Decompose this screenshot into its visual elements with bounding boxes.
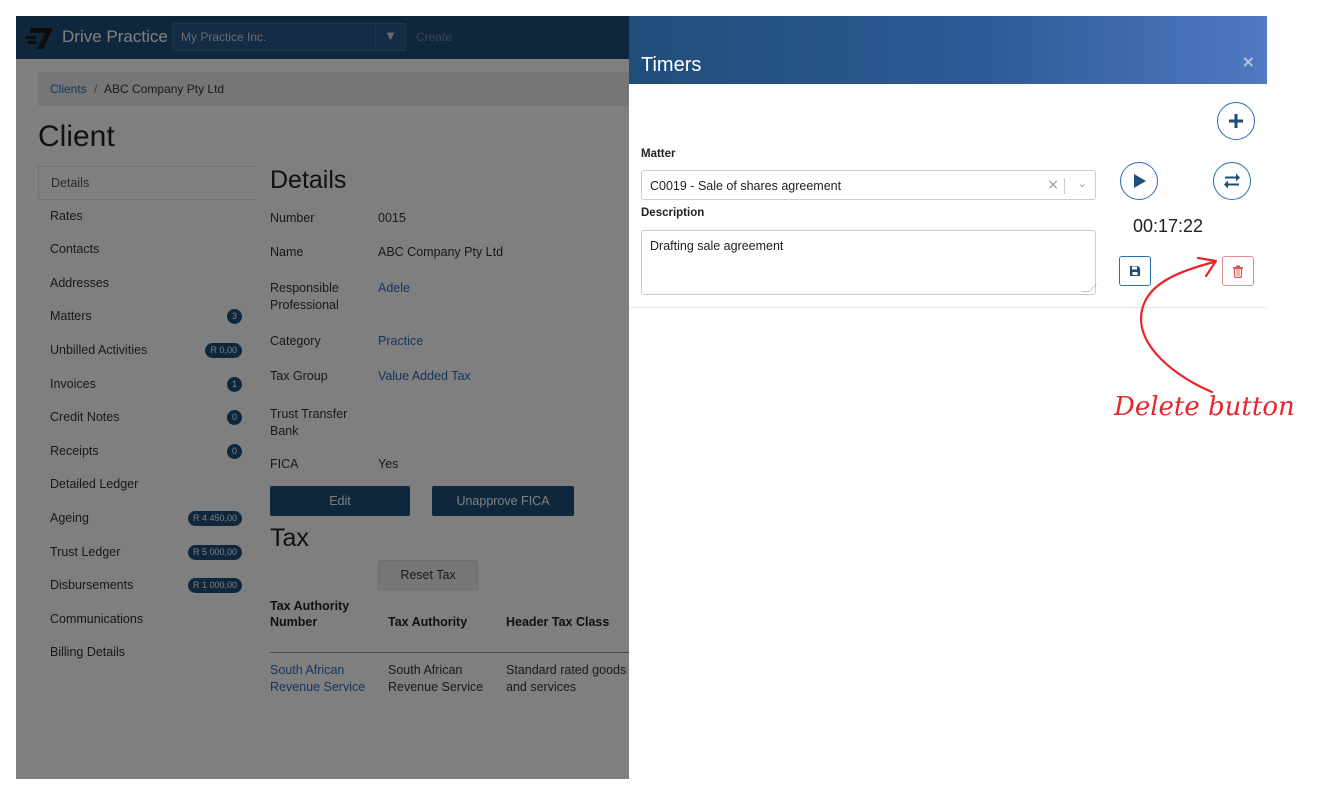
clear-icon[interactable]: × xyxy=(1047,177,1059,193)
swap-icon xyxy=(1224,173,1240,189)
start-timer-button[interactable] xyxy=(1120,162,1158,200)
description-label: Description xyxy=(641,207,705,219)
plus-icon xyxy=(1229,114,1243,128)
trash-icon xyxy=(1233,265,1243,278)
matter-select-value: C0019 - Sale of shares agreement xyxy=(650,179,842,193)
elapsed-time: 00:17:22 xyxy=(1133,216,1204,236)
description-value: Drafting sale agreement xyxy=(650,239,784,253)
chevron-down-icon[interactable]: ⌄ xyxy=(1078,177,1087,190)
play-icon xyxy=(1134,174,1146,188)
timers-panel-header: Timers × xyxy=(629,16,1267,84)
matter-label: Matter xyxy=(641,148,676,160)
delete-button-annotation: Delete button xyxy=(1114,392,1295,422)
add-timer-button[interactable] xyxy=(1217,102,1255,140)
timers-panel-title: Timers xyxy=(641,54,702,76)
select-separator xyxy=(1064,178,1065,194)
close-icon[interactable]: × xyxy=(1242,52,1255,71)
matter-select[interactable]: C0019 - Sale of shares agreement × ⌄ xyxy=(641,170,1096,200)
description-textarea[interactable]: Drafting sale agreement xyxy=(641,230,1097,295)
annotation-arrow-icon xyxy=(1139,256,1218,394)
resize-handle-icon[interactable] xyxy=(1081,284,1097,292)
switch-timer-button[interactable] xyxy=(1213,162,1251,200)
